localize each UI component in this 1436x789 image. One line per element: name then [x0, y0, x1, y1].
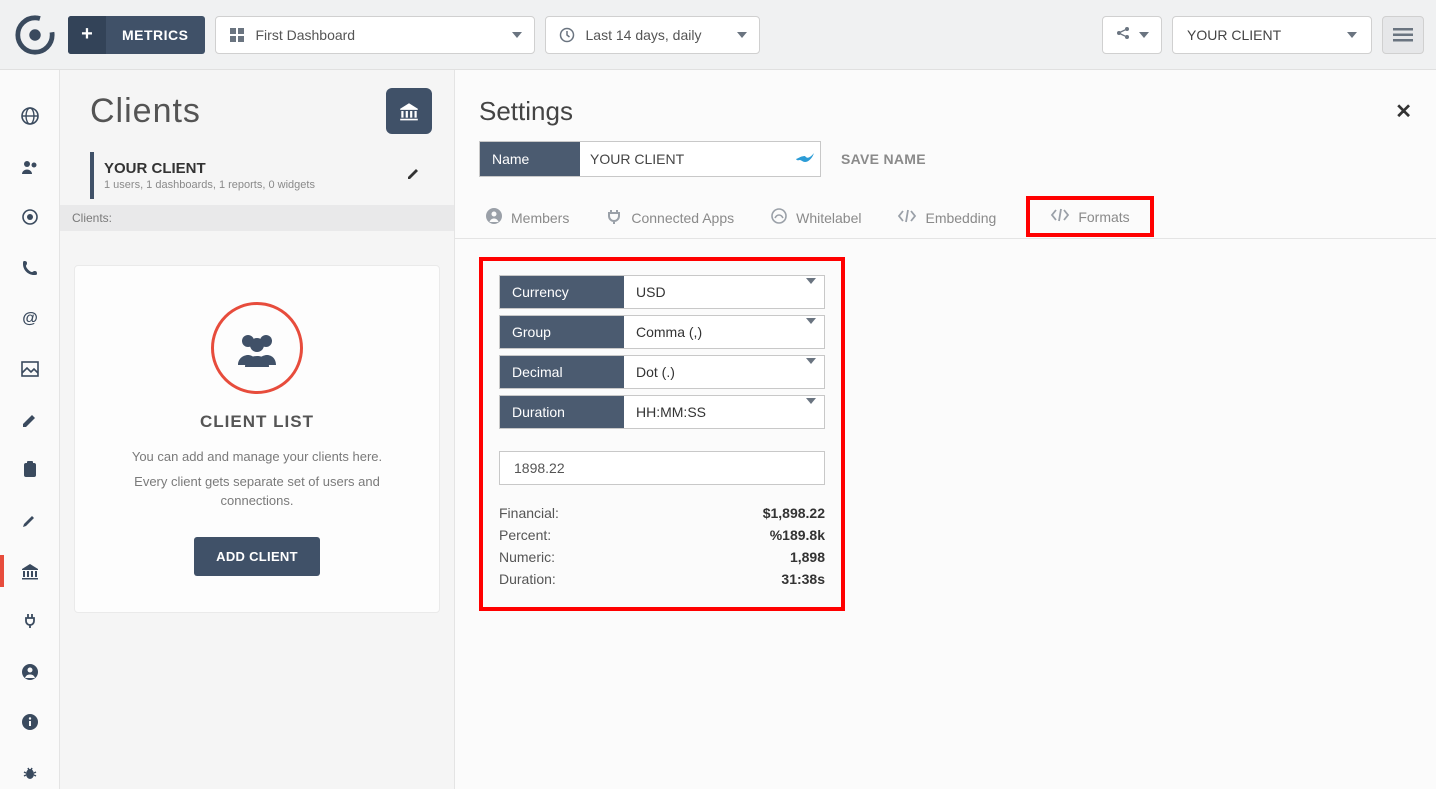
- duration-select[interactable]: Duration HH:MM:SS: [499, 395, 825, 429]
- preview-duration-label: Duration:: [499, 571, 556, 587]
- sidebar-item-plug[interactable]: [0, 605, 60, 638]
- client-selector-label: YOUR CLIENT: [1187, 27, 1281, 43]
- metrics-button[interactable]: + METRICS: [68, 16, 205, 54]
- decimal-select[interactable]: Decimal Dot (.): [499, 355, 825, 389]
- sidebar-item-target[interactable]: [0, 201, 60, 234]
- chevron-down-icon: [806, 398, 816, 420]
- code-icon: [1050, 208, 1070, 225]
- empty-line2: Every client gets separate set of users …: [101, 473, 413, 511]
- clients-panel: Clients YOUR CLIENT 1 users, 1 dashboard…: [60, 70, 455, 789]
- formats-form: Currency USD Group Comma (,) Decimal Dot…: [479, 257, 845, 611]
- metrics-label: METRICS: [106, 27, 205, 43]
- preview-percent-value: %189.8k: [770, 527, 825, 543]
- chevron-down-icon: [806, 358, 816, 380]
- preview-financial-value: $1,898.22: [763, 505, 825, 521]
- sidebar-item-globe[interactable]: [0, 100, 60, 133]
- group-select[interactable]: Group Comma (,): [499, 315, 825, 349]
- sidebar-item-image[interactable]: [0, 353, 60, 386]
- chevron-down-icon: [806, 318, 816, 340]
- sidebar-item-clipboard[interactable]: [0, 454, 60, 487]
- client-selector[interactable]: YOUR CLIENT: [1172, 16, 1372, 54]
- swoosh-icon: [790, 150, 820, 169]
- preview-numeric-value: 1,898: [790, 549, 825, 565]
- menu-button[interactable]: [1382, 16, 1424, 54]
- name-label: Name: [480, 142, 580, 176]
- chevron-down-icon: [512, 32, 522, 38]
- grid-icon: [228, 27, 246, 43]
- client-list-item[interactable]: YOUR CLIENT 1 users, 1 dashboards, 1 rep…: [90, 152, 432, 199]
- empty-title: CLIENT LIST: [101, 412, 413, 432]
- code-icon: [897, 209, 917, 226]
- svg-text:@: @: [22, 310, 38, 327]
- chevron-down-icon: [1347, 32, 1357, 38]
- sidebar-item-account[interactable]: [0, 656, 60, 689]
- bank-button[interactable]: [386, 88, 432, 134]
- preview-percent-label: Percent:: [499, 527, 551, 543]
- page-title: Clients: [90, 92, 201, 131]
- dashboard-selector[interactable]: First Dashboard: [215, 16, 535, 54]
- tab-connected-apps[interactable]: Connected Apps: [599, 197, 740, 238]
- currency-select[interactable]: Currency USD: [499, 275, 825, 309]
- format-sample-input[interactable]: 1898.22: [499, 451, 825, 485]
- settings-tabs: Members Connected Apps Whitelabel Embedd…: [455, 197, 1436, 239]
- plus-icon: +: [68, 16, 106, 54]
- topbar: + METRICS First Dashboard Last 14 days, …: [0, 0, 1436, 70]
- clients-divider-label: Clients:: [60, 205, 454, 231]
- side-rail: @: [0, 70, 60, 789]
- sidebar-item-email[interactable]: @: [0, 302, 60, 335]
- add-client-button[interactable]: ADD CLIENT: [194, 537, 320, 576]
- share-button[interactable]: [1102, 16, 1162, 54]
- preview-numeric-label: Numeric:: [499, 549, 555, 565]
- clock-icon: [558, 27, 576, 43]
- name-input-group: Name: [479, 141, 821, 177]
- tab-members[interactable]: Members: [479, 197, 575, 238]
- dashboard-label: First Dashboard: [256, 27, 502, 43]
- tab-formats[interactable]: Formats: [1026, 196, 1153, 237]
- sidebar-item-edit[interactable]: [0, 403, 60, 436]
- sidebar-item-team[interactable]: [0, 151, 60, 184]
- close-icon[interactable]: ✕: [1395, 99, 1412, 124]
- plug-icon: [605, 207, 623, 228]
- daterange-selector[interactable]: Last 14 days, daily: [545, 16, 760, 54]
- sidebar-item-bank[interactable]: [0, 555, 60, 588]
- settings-panel: Settings ✕ Name SAVE NAME Members Connec…: [455, 70, 1436, 789]
- pencil-icon[interactable]: [406, 165, 432, 186]
- people-icon: [211, 302, 303, 394]
- preview-duration-value: 31:38s: [781, 571, 825, 587]
- chevron-down-icon: [806, 278, 816, 300]
- share-icon: [1115, 25, 1131, 44]
- name-input[interactable]: [580, 142, 790, 176]
- chevron-down-icon: [737, 32, 747, 38]
- sidebar-item-phone[interactable]: [0, 252, 60, 285]
- sidebar-item-bug[interactable]: [0, 757, 60, 789]
- members-icon: [485, 207, 503, 228]
- daterange-label: Last 14 days, daily: [586, 27, 727, 43]
- clients-empty-card: CLIENT LIST You can add and manage your …: [74, 265, 440, 613]
- settings-title: Settings: [479, 96, 573, 127]
- brand-logo[interactable]: [12, 12, 58, 58]
- empty-line1: You can add and manage your clients here…: [101, 448, 413, 467]
- chevron-down-icon: [1139, 32, 1149, 38]
- save-name-button[interactable]: SAVE NAME: [841, 151, 926, 167]
- whitelabel-icon: [770, 207, 788, 228]
- sidebar-item-pencil[interactable]: [0, 504, 60, 537]
- preview-financial-label: Financial:: [499, 505, 559, 521]
- tab-whitelabel[interactable]: Whitelabel: [764, 197, 867, 238]
- sidebar-item-info[interactable]: [0, 706, 60, 739]
- tab-embedding[interactable]: Embedding: [891, 199, 1002, 236]
- client-name: YOUR CLIENT: [104, 160, 315, 177]
- client-summary: 1 users, 1 dashboards, 1 reports, 0 widg…: [104, 179, 315, 191]
